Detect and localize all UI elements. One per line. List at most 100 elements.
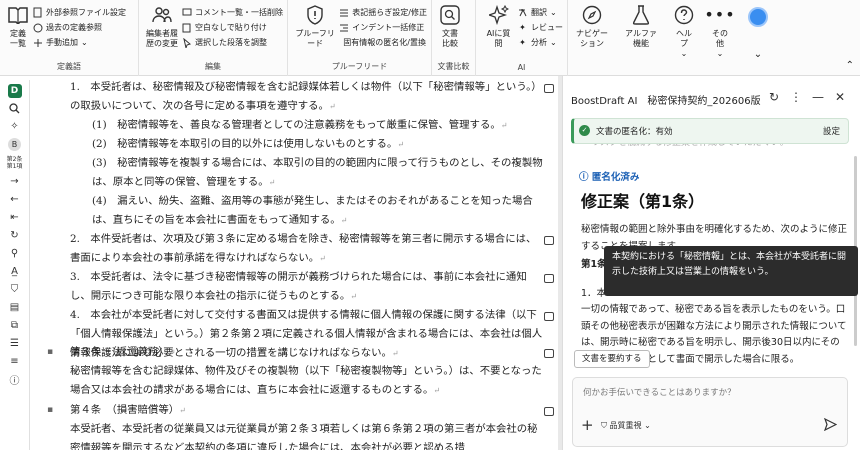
ask-ai-label: AIに質問	[486, 29, 511, 48]
shield-icon[interactable]: ⛉	[6, 282, 24, 297]
indent-fix-button[interactable]: インデント一括修正	[338, 21, 427, 34]
alpha-feature-button[interactable]: アルファ機能	[620, 4, 662, 76]
other-button[interactable]: ••• その他 ⌄	[704, 4, 734, 76]
drag-handle-icon[interactable]: ▪	[47, 401, 61, 420]
drag-handle-icon[interactable]: ▪	[47, 343, 61, 362]
close-icon[interactable]: ✕	[833, 90, 847, 104]
paste-no-space-label: 空白なしで貼り付け	[195, 23, 267, 32]
list-check-icon	[338, 7, 349, 18]
minimize-icon[interactable]: —	[811, 90, 825, 104]
paragraph-text: 2. 本件受託者は、次項及び第３条に定める場合を除き、秘密情報等を第三者に開示す…	[70, 233, 537, 264]
font-color-icon[interactable]: A̲	[6, 264, 24, 279]
analyze-button[interactable]: ✦ 分析 ⌄	[517, 36, 563, 49]
help-icon	[673, 4, 695, 26]
comment-icon[interactable]	[544, 274, 554, 283]
collapse-ribbon-icon[interactable]: ⌃	[846, 60, 854, 71]
comment-icon[interactable]	[544, 407, 554, 416]
chat-input[interactable]: 何かお手伝いできることはありますか？	[583, 386, 736, 398]
left-toolbar: D ✧ B 第2条 第1項 → ← ⇤ ↻ ⚲ A̲ ⛉ ▤ ⧉ ☰ ≡ ⓘ	[0, 80, 30, 450]
comment-list-button[interactable]: コメント一覧・一括削除	[181, 6, 283, 19]
paragraph-2-1[interactable]: 1. 本受託者は、秘密情報及び秘密情報を含む記録媒体若しくは物件（以下「秘密情報…	[70, 78, 546, 116]
item-3[interactable]: (3) 秘密情報等を複製する場合には、本取引の目的の範囲内に限って行うものとし、…	[92, 154, 546, 192]
group-label-edit: 編集	[205, 62, 221, 71]
chevron-down-icon: ⌄	[81, 38, 88, 47]
search-icon[interactable]	[6, 101, 24, 116]
chevron-down-icon: ⌄	[550, 38, 557, 47]
paragraph-text: 本受託者、本受託者の従業員又は元従業員が第２条３項若しくは第６条第２項の第三者が…	[70, 423, 538, 450]
chevron-down-icon[interactable]: ⌄	[754, 49, 762, 60]
help-icon[interactable]: ⓘ	[6, 372, 24, 387]
chevron-down-icon: ⌄	[716, 49, 724, 58]
review-label: レビュー	[531, 23, 563, 32]
comment-icon[interactable]	[544, 236, 554, 245]
copy-icon[interactable]: ⧉	[6, 318, 24, 333]
compare-label: 文書 比較	[442, 29, 458, 48]
editor-history-label: 編集者履 歴の変更	[146, 29, 178, 48]
document-icon[interactable]: ▤	[6, 300, 24, 315]
document-area[interactable]: 1. 本受託者は、秘密情報及び秘密情報を含む記録媒体若しくは物件（以下「秘密情報…	[30, 76, 558, 450]
arrow-left-icon[interactable]: ←	[6, 192, 24, 207]
review-button[interactable]: ✦ レビュー	[517, 21, 563, 34]
navigation-button[interactable]: ナビゲーション	[572, 4, 612, 76]
book-icon	[7, 4, 29, 26]
refresh-icon[interactable]: ↻	[6, 228, 24, 243]
paragraph-2-2[interactable]: 2. 本件受託者は、次項及び第３条に定める場合を除き、秘密情報等を第三者に開示す…	[70, 230, 546, 268]
send-icon[interactable]	[824, 418, 837, 431]
settings-link[interactable]: 設定	[823, 125, 840, 137]
external-ref-button[interactable]: 外部参照ファイル設定	[32, 6, 126, 19]
past-definition-label: 過去の定義参照	[46, 23, 102, 32]
past-definition-button[interactable]: 過去の定義参照	[32, 21, 126, 34]
article-4-heading[interactable]: 第４条 （損害賠償等）↵	[70, 401, 546, 420]
flask-icon	[630, 4, 652, 26]
refresh-icon[interactable]: ↻	[767, 90, 781, 104]
other-label: その他	[712, 29, 728, 48]
b-badge[interactable]: B	[6, 137, 24, 152]
arrow-right-icon[interactable]: →	[6, 174, 24, 189]
cursor-icon	[181, 37, 192, 48]
boostdraft-logo-icon[interactable]	[748, 7, 768, 27]
item-2[interactable]: (2) 秘密情報等を本取引の目的以外には使用しないものとする。↵	[92, 135, 546, 154]
add-icon[interactable]: +	[581, 416, 594, 434]
group-label-ai: AI	[517, 63, 526, 72]
comment-icon[interactable]	[544, 349, 554, 358]
compare-icon	[439, 4, 461, 26]
numbered-list-icon[interactable]: ≡	[6, 354, 24, 369]
definition-tooltip: 本契約における「秘密情報」とは、本会社が本受託者に開示した技術上又は営業上の情報…	[604, 246, 858, 296]
item-4[interactable]: (4) 漏えい、紛失、盗難、盗用等の事態が発生し、またはそのおそれがあることを知…	[92, 192, 546, 230]
anonymize-button[interactable]: 固有情報の匿名化/置換	[338, 36, 427, 49]
info-icon: ⓘ	[579, 172, 592, 183]
paste-no-space-button[interactable]: 空白なしで貼り付け	[181, 21, 283, 34]
alpha-feature-label: アルファ機能	[625, 29, 657, 48]
translate-icon	[517, 7, 528, 18]
more-vertical-icon[interactable]: ⋮	[789, 90, 803, 104]
article-3-heading[interactable]: 第３条 （返還義務）↵	[70, 343, 546, 362]
list-icon[interactable]: ☰	[6, 336, 24, 351]
quality-mode-select[interactable]: ⛉ 品質重視 ⌄	[601, 420, 651, 431]
shield-icon	[304, 4, 326, 26]
paragraph-text: 3. 本受託者は、法令に基づき秘密情報等の開示が義務づけられた場合には、事前に本…	[70, 271, 527, 302]
adjust-paragraph-label: 選択した段落を調整	[195, 38, 267, 47]
paragraph-2-3[interactable]: 3. 本受託者は、法令に基づき秘密情報等の開示が義務づけられた場合には、事前に本…	[70, 268, 546, 306]
anonymization-notice: ✓ 文書の匿名化：有効 設定	[571, 118, 849, 144]
item-1[interactable]: (1) 秘密情報等を、善良なる管理者としての注意義務をもって厳重に保管、管理する…	[92, 116, 546, 135]
shield-icon: ⛉	[601, 421, 610, 430]
manual-add-button[interactable]: 手動追加 ⌄	[32, 36, 126, 49]
translate-button[interactable]: 翻訳 ⌄	[517, 6, 563, 19]
boostdraft-logo-icon[interactable]: D	[7, 84, 22, 98]
comment-icon[interactable]	[544, 312, 554, 321]
article-4-body[interactable]: 本受託者、本受託者の従業員又は元従業員が第２条３項若しくは第６条第２項の第三者が…	[70, 420, 546, 450]
sparkle-icon[interactable]: ✧	[6, 119, 24, 134]
help-button[interactable]: ヘルプ ⌄	[670, 4, 698, 76]
article-3-body[interactable]: 秘密情報等を含む記録媒体、物件及びその複製物（以下「秘密複製物等」という。）は、…	[70, 362, 546, 400]
quality-mode-label: 品質重視	[609, 421, 642, 430]
comment-icon[interactable]	[544, 84, 554, 93]
notation-variation-button[interactable]: 表記揺らぎ設定/修正	[338, 6, 427, 19]
adjust-paragraph-button[interactable]: 選択した段落を調整	[181, 36, 283, 49]
summarize-button[interactable]: 文書を要約する	[574, 350, 650, 368]
definition-list-label: 定義 一覧	[10, 29, 26, 48]
notation-variation-label: 表記揺らぎ設定/修正	[352, 8, 427, 17]
outdent-icon[interactable]: ⇤	[6, 210, 24, 225]
group-label-definitions: 定義語	[57, 62, 81, 71]
link-icon[interactable]: ⚲	[6, 246, 24, 261]
sparkle-icon: ✦	[519, 23, 526, 32]
